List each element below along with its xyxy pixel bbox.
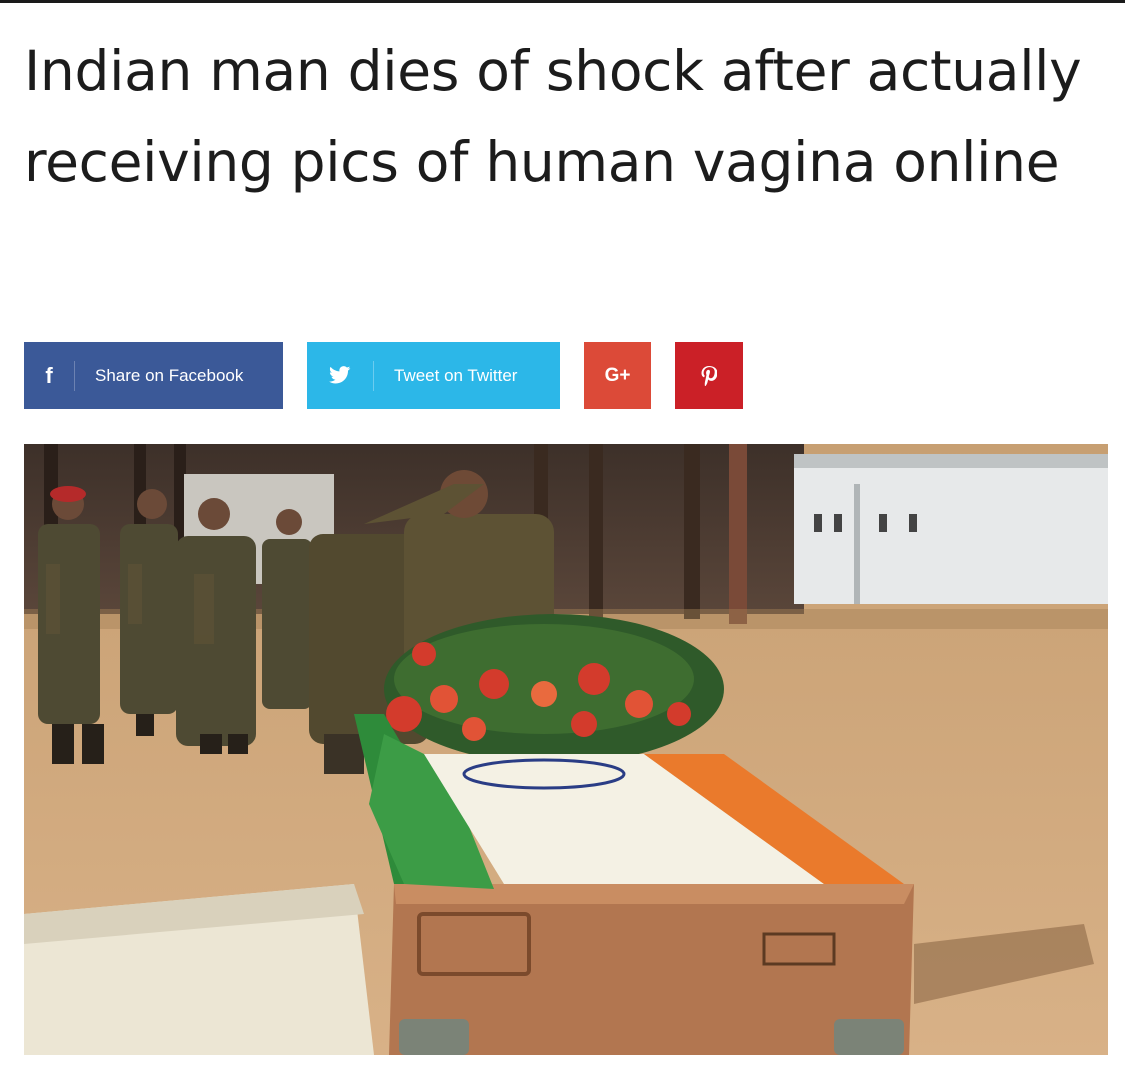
google-plus-share-button[interactable]: G+	[584, 342, 651, 409]
photo-scene	[24, 444, 1108, 1055]
share-bar: f Share on Facebook Tweet on Twitter G+	[0, 0, 1125, 420]
facebook-icon: f	[24, 360, 75, 391]
tweet-twitter-label: Tweet on Twitter	[394, 365, 518, 385]
article-photo	[24, 444, 1108, 1055]
pinterest-icon	[701, 365, 718, 386]
pinterest-share-button[interactable]	[675, 342, 743, 409]
twitter-bird-icon	[307, 360, 374, 391]
tweet-twitter-button[interactable]: Tweet on Twitter	[307, 342, 560, 409]
share-facebook-label: Share on Facebook	[95, 365, 244, 385]
google-plus-icon: G+	[604, 364, 631, 386]
share-facebook-button[interactable]: f Share on Facebook	[24, 342, 283, 409]
